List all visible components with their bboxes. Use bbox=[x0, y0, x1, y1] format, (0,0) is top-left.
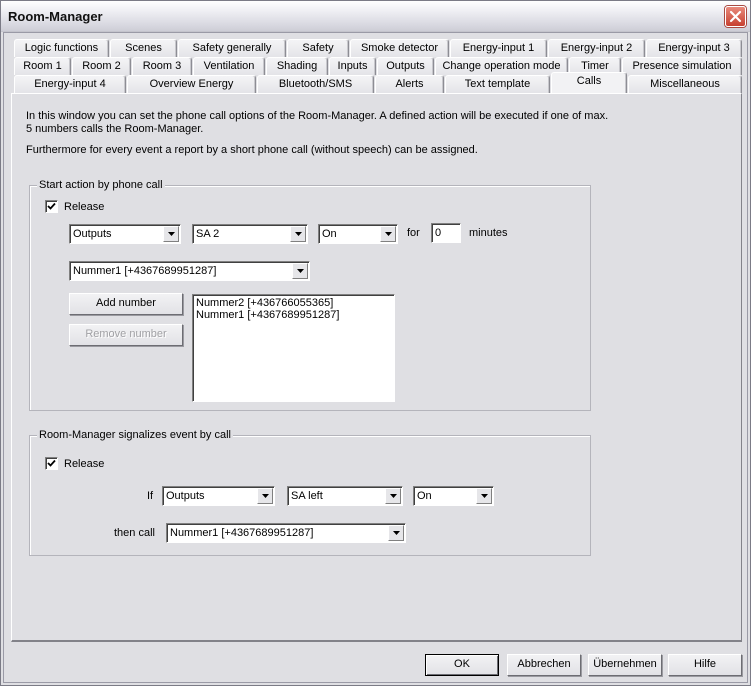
dropdown-button[interactable] bbox=[476, 488, 492, 504]
tab-room-3[interactable]: Room 3 bbox=[132, 57, 192, 75]
remove-number-button[interactable]: Remove number bbox=[69, 324, 183, 346]
start-action-type-combo[interactable]: Outputs bbox=[69, 224, 181, 244]
apply-button[interactable]: Übernehmen bbox=[588, 654, 662, 676]
tab-energy-input-1[interactable]: Energy-input 1 bbox=[450, 39, 547, 57]
start-action-group: Start action by phone call Release Outpu… bbox=[29, 179, 591, 411]
tab-energy-input-2[interactable]: Energy-input 2 bbox=[548, 39, 645, 57]
tab-energy-input-3[interactable]: Energy-input 3 bbox=[646, 39, 742, 57]
signal-event-legend: Room-Manager signalizes event by call bbox=[37, 429, 233, 441]
signal-event-type-combo[interactable]: Outputs bbox=[162, 486, 275, 506]
then-call-label: then call bbox=[114, 527, 155, 539]
close-icon bbox=[729, 10, 742, 23]
tab-room-2[interactable]: Room 2 bbox=[72, 57, 131, 75]
title-bar[interactable]: Room-Manager bbox=[1, 1, 750, 32]
dropdown-button[interactable] bbox=[290, 226, 306, 242]
dropdown-button[interactable] bbox=[163, 226, 179, 242]
dropdown-button[interactable] bbox=[388, 525, 404, 541]
checkbox-box[interactable] bbox=[45, 457, 58, 470]
chevron-down-icon bbox=[480, 494, 488, 498]
checkmark-icon bbox=[47, 459, 56, 467]
tab-alerts[interactable]: Alerts bbox=[375, 75, 444, 93]
signal-event-call-combo[interactable]: Nummer1 [+4367689951287] bbox=[166, 523, 406, 543]
tab-shading[interactable]: Shading bbox=[266, 57, 328, 75]
intro-text-line-1: In this window you can set the phone cal… bbox=[26, 110, 609, 122]
tab-text-template[interactable]: Text template bbox=[445, 75, 550, 93]
add-number-button[interactable]: Add number bbox=[69, 293, 183, 315]
start-action-release-checkbox[interactable]: Release bbox=[45, 200, 104, 213]
chevron-down-icon bbox=[389, 494, 397, 498]
tab-inputs[interactable]: Inputs bbox=[329, 57, 376, 75]
tab-energy-input-4[interactable]: Energy-input 4 bbox=[14, 75, 126, 93]
tab-outputs[interactable]: Outputs bbox=[377, 57, 434, 75]
cancel-button[interactable]: Abbrechen bbox=[507, 654, 581, 676]
tab-smoke-detector[interactable]: Smoke detector bbox=[350, 39, 449, 57]
room-manager-window: Room-Manager Logic functions Scenes Safe… bbox=[0, 0, 751, 686]
tab-calls[interactable]: Calls bbox=[551, 72, 627, 93]
release-label: Release bbox=[64, 457, 105, 470]
tab-room-1[interactable]: Room 1 bbox=[14, 57, 71, 75]
if-label: If bbox=[147, 490, 154, 502]
tab-overview-energy[interactable]: Overview Energy bbox=[127, 75, 256, 93]
signal-event-group: Room-Manager signalizes event by call Re… bbox=[29, 429, 591, 556]
list-item[interactable]: Nummer1 [+4367689951287] bbox=[196, 309, 391, 321]
chevron-down-icon bbox=[261, 494, 269, 498]
release-label: Release bbox=[64, 200, 105, 213]
signal-event-release-checkbox[interactable]: Release bbox=[45, 457, 104, 470]
tab-row-3: Energy-input 4 Overview Energy Bluetooth… bbox=[14, 72, 742, 93]
chevron-down-icon bbox=[296, 269, 304, 273]
start-action-output-combo[interactable]: SA 2 bbox=[192, 224, 308, 244]
help-button[interactable]: Hilfe bbox=[668, 654, 742, 676]
tab-safety[interactable]: Safety bbox=[287, 39, 349, 57]
intro-text-line-3: Furthermore for every event a report by … bbox=[26, 144, 478, 156]
tab-safety-generally[interactable]: Safety generally bbox=[178, 39, 286, 57]
tab-ventilation[interactable]: Ventilation bbox=[193, 57, 265, 75]
checkbox-box[interactable] bbox=[45, 200, 58, 213]
close-button[interactable] bbox=[725, 6, 746, 27]
chevron-down-icon bbox=[294, 232, 302, 236]
chevron-down-icon bbox=[392, 531, 400, 535]
dropdown-button[interactable] bbox=[292, 263, 308, 279]
chevron-down-icon bbox=[167, 232, 175, 236]
start-action-legend: Start action by phone call bbox=[37, 179, 165, 191]
start-action-number-combo[interactable]: Nummer1 [+4367689951287] bbox=[69, 261, 310, 281]
phone-number-list[interactable]: Nummer2 [+436766055365] Nummer1 [+436768… bbox=[192, 294, 395, 402]
tab-logic-functions[interactable]: Logic functions bbox=[14, 39, 109, 57]
for-label: for bbox=[407, 227, 420, 239]
duration-input[interactable]: 0 bbox=[431, 223, 461, 243]
list-item[interactable]: Nummer2 [+436766055365] bbox=[196, 297, 391, 309]
tab-row-2: Room 1 Room 2 Room 3 Ventilation Shading… bbox=[14, 57, 742, 75]
tab-presence-simulation[interactable]: Presence simulation bbox=[622, 57, 742, 75]
calls-tab-panel: In this window you can set the phone cal… bbox=[11, 93, 742, 642]
window-title: Room-Manager bbox=[8, 9, 103, 24]
minutes-label: minutes bbox=[469, 227, 508, 239]
signal-event-output-combo[interactable]: SA left bbox=[287, 486, 403, 506]
tab-bluetooth-sms[interactable]: Bluetooth/SMS bbox=[257, 75, 374, 93]
intro-text-line-2: 5 numbers calls the Room-Manager. bbox=[26, 123, 204, 135]
dropdown-button[interactable] bbox=[257, 488, 273, 504]
tab-miscellaneous[interactable]: Miscellaneous bbox=[628, 75, 742, 93]
start-action-state-combo[interactable]: On bbox=[318, 224, 398, 244]
dropdown-button[interactable] bbox=[380, 226, 396, 242]
chevron-down-icon bbox=[384, 232, 392, 236]
ok-button[interactable]: OK bbox=[425, 654, 499, 676]
tab-row-1: Logic functions Scenes Safety generally … bbox=[14, 39, 742, 57]
dropdown-button[interactable] bbox=[385, 488, 401, 504]
tab-scenes[interactable]: Scenes bbox=[110, 39, 177, 57]
checkmark-icon bbox=[47, 202, 56, 210]
tab-change-operation-mode[interactable]: Change operation mode bbox=[435, 57, 568, 75]
signal-event-state-combo[interactable]: On bbox=[413, 486, 494, 506]
